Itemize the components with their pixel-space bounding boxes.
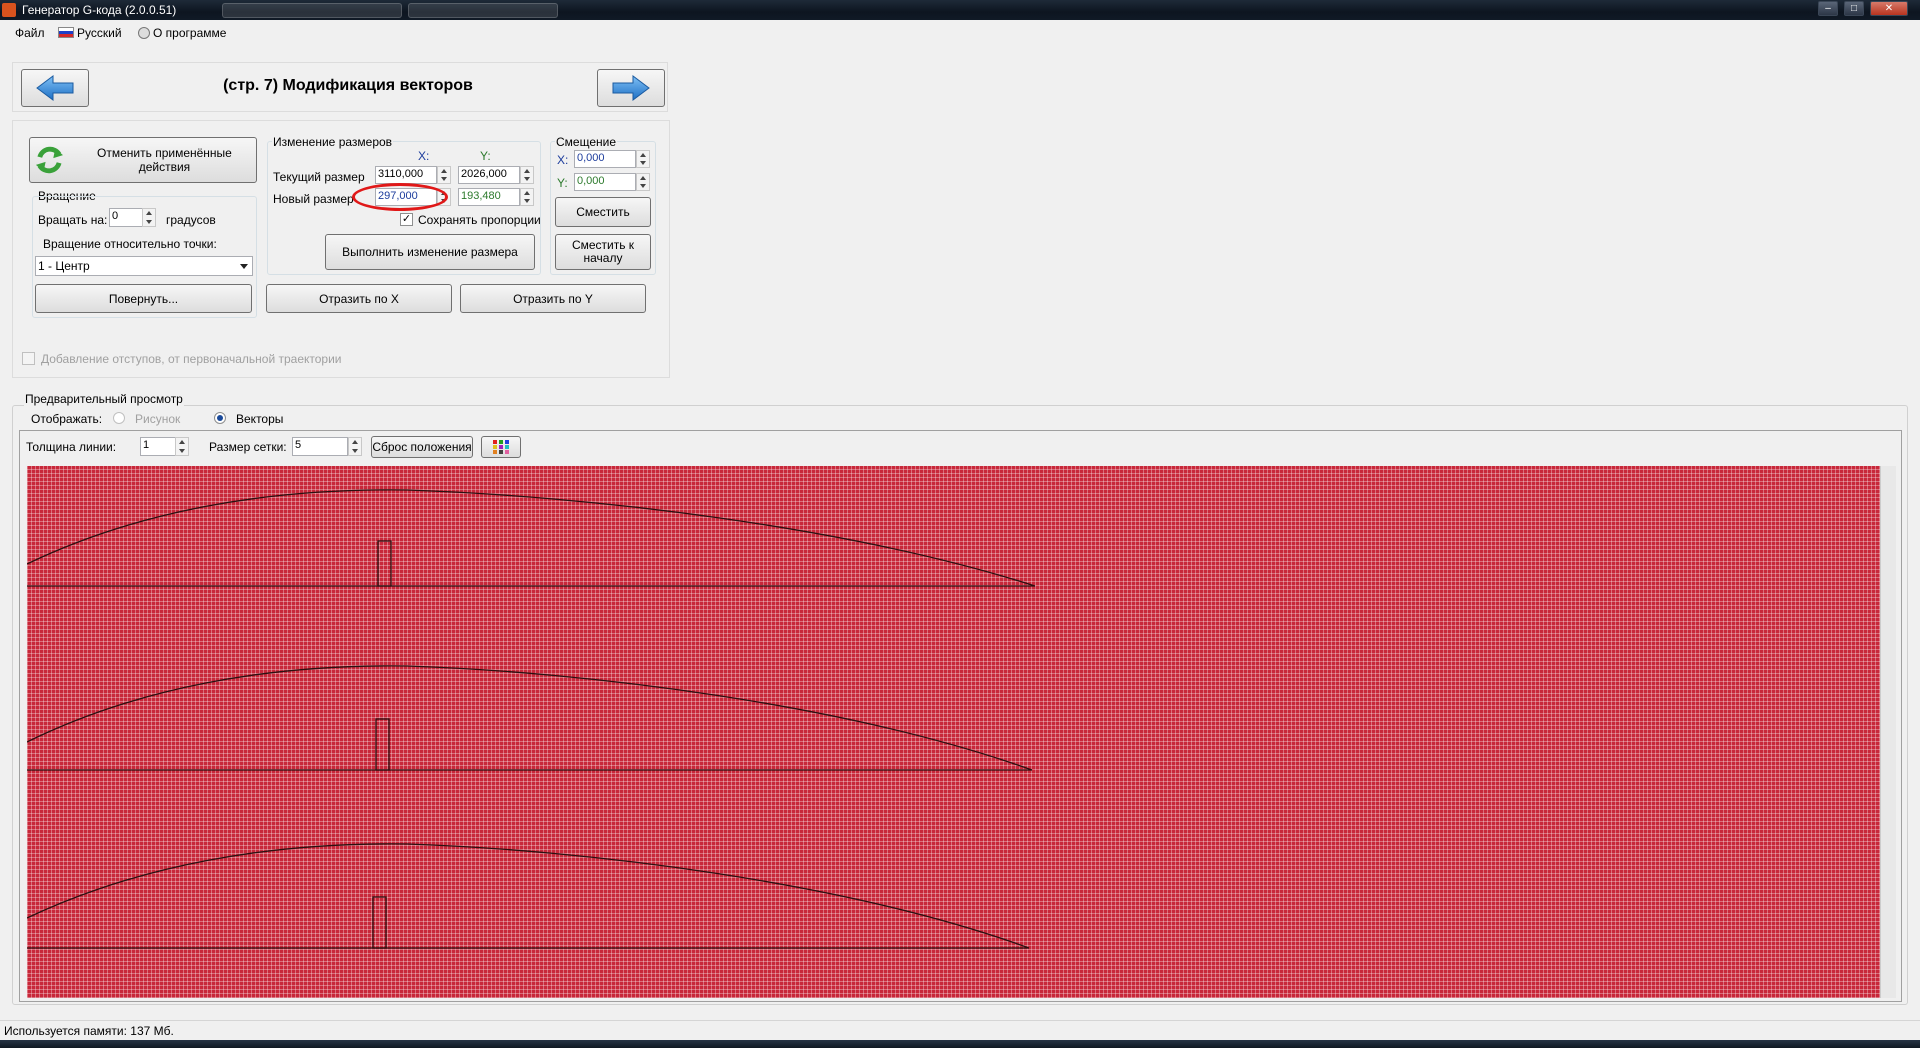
rotate-button[interactable]: Повернуть...	[35, 284, 252, 313]
mirror-x-button[interactable]: Отразить по X	[266, 284, 452, 313]
display-picture-label: Рисунок	[135, 412, 181, 426]
pivot-select-value: 1 - Центр	[38, 259, 90, 273]
background-tab[interactable]	[222, 3, 402, 18]
current-size-x-stepper[interactable]	[437, 166, 451, 184]
display-vectors-radio[interactable]	[214, 412, 226, 424]
resize-x-header: X:	[418, 149, 430, 163]
new-size-y-field[interactable]: 193,480	[458, 188, 520, 206]
arrow-left-icon	[36, 75, 74, 101]
resize-y-header: Y:	[480, 149, 491, 163]
offset-y-label: Y:	[557, 176, 568, 190]
menu-language-label: Русский	[77, 26, 122, 40]
maximize-button[interactable]: □	[1844, 1, 1864, 16]
grid-size-stepper[interactable]	[348, 437, 362, 456]
undo-actions-button[interactable]: Отменить применённые действия	[29, 137, 257, 183]
offset-group-label: Смещение	[555, 135, 618, 149]
reset-position-button[interactable]: Сброс положения	[371, 436, 473, 458]
memory-status: Используется памяти: 137 Мб.	[4, 1024, 174, 1038]
status-bar: Используется памяти: 137 Мб.	[0, 1020, 1920, 1040]
rotate-angle-stepper[interactable]	[142, 208, 156, 227]
grid-size-label: Размер сетки:	[209, 440, 287, 454]
offset-x-stepper[interactable]	[636, 150, 650, 168]
vector-profile-2	[27, 665, 1033, 771]
page-title: (стр. 7) Модификация векторов	[223, 77, 473, 94]
help-icon	[138, 27, 150, 39]
palette-button[interactable]	[481, 436, 521, 458]
close-button[interactable]: ✕	[1870, 1, 1908, 16]
preview-group-label: Предварительный просмотр	[24, 392, 184, 406]
vector-profile-3	[27, 843, 1030, 949]
russian-flag-icon	[58, 27, 74, 38]
title-bar: Генератор G-кода (2.0.0.51) – □ ✕	[0, 0, 1920, 20]
vector-profile-1	[27, 489, 1036, 587]
display-picture-radio[interactable]	[113, 412, 125, 424]
wizard-header: (стр. 7) Модификация векторов	[12, 62, 668, 112]
display-label: Отображать:	[31, 412, 103, 426]
chevron-down-icon	[240, 264, 248, 269]
menu-bar: Файл Русский О программе	[0, 22, 1920, 44]
menu-about[interactable]: О программе	[138, 26, 226, 40]
new-size-y-stepper[interactable]	[520, 188, 534, 206]
pivot-label: Вращение относительно точки:	[43, 237, 217, 251]
menu-file[interactable]: Файл	[15, 26, 45, 40]
arrow-right-icon	[612, 75, 650, 101]
vector-paths	[27, 489, 1036, 949]
line-width-label: Толщина линии:	[26, 440, 117, 454]
menu-language[interactable]: Русский	[58, 26, 122, 40]
keep-ratio-label: Сохранять пропорции	[418, 213, 541, 227]
refresh-icon	[35, 146, 63, 174]
pivot-select[interactable]: 1 - Центр	[35, 256, 253, 276]
background-tab[interactable]	[408, 3, 558, 18]
current-size-x-field[interactable]: 3110,000	[375, 166, 437, 184]
current-size-label: Текущий размер	[273, 170, 365, 184]
degrees-label: градусов	[166, 213, 216, 227]
shift-button[interactable]: Сместить	[555, 197, 651, 227]
offset-y-field[interactable]: 0,000	[574, 173, 636, 191]
undo-actions-label: Отменить применённые действия	[97, 146, 232, 174]
current-size-y-field[interactable]: 2026,000	[458, 166, 520, 184]
palette-icon	[493, 440, 509, 454]
shift-origin-button[interactable]: Сместить к началу	[555, 234, 651, 270]
grid-size-input[interactable]: 5	[292, 437, 348, 456]
rotate-by-label: Вращать на:	[38, 213, 108, 227]
keep-ratio-checkbox[interactable]: ✓	[400, 213, 413, 226]
offset-y-stepper[interactable]	[636, 173, 650, 191]
vector-slot-3	[372, 896, 387, 949]
line-width-input[interactable]: 1	[140, 437, 176, 456]
resize-group-label: Изменение размеров	[272, 135, 394, 149]
back-button[interactable]	[21, 69, 89, 107]
add-offsets-checkbox[interactable]	[22, 352, 35, 365]
highlight-ellipse	[352, 183, 448, 211]
mirror-y-button[interactable]: Отразить по Y	[460, 284, 646, 313]
os-taskbar	[0, 1040, 1920, 1048]
add-offsets-label: Добавление отступов, от первоначальной т…	[41, 352, 342, 366]
current-size-y-stepper[interactable]	[520, 166, 534, 184]
menu-about-label: О программе	[153, 26, 227, 40]
minimize-button[interactable]: –	[1818, 1, 1838, 16]
preview-canvas[interactable]	[27, 466, 1880, 998]
rotate-angle-input[interactable]: 0	[109, 208, 143, 227]
line-width-stepper[interactable]	[175, 437, 189, 456]
vector-slot-1	[377, 540, 392, 587]
display-vectors-label: Векторы	[236, 412, 284, 426]
preview-scrollbar[interactable]	[1880, 466, 1896, 998]
offset-x-field[interactable]: 0,000	[574, 150, 636, 168]
next-button[interactable]	[597, 69, 665, 107]
app-icon	[2, 3, 16, 17]
vector-slot-2	[375, 718, 390, 771]
new-size-label: Новый размер	[273, 192, 354, 206]
window-title: Генератор G-кода (2.0.0.51)	[22, 3, 177, 17]
apply-resize-button[interactable]: Выполнить изменение размера	[325, 234, 535, 270]
offset-x-label: X:	[557, 153, 569, 167]
